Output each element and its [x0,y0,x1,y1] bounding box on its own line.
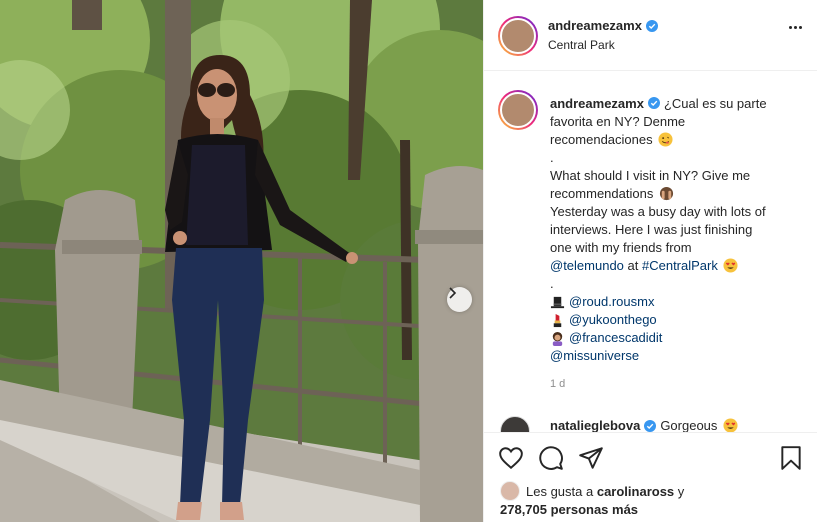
post-caption: andreamezamx ¿Cual es su parte favorita e… [550,95,805,365]
credit-handle[interactable]: @yukoonthego [569,311,657,329]
next-arrow-icon [449,287,457,299]
likes-prefix: Les gusta a [526,484,594,499]
comment-icon[interactable] [538,445,564,471]
caption-line: one with my friends from [550,240,692,255]
credit-handle[interactable]: @francescadidit [569,329,662,347]
post-photo[interactable] [0,0,483,522]
at-word: at [623,258,642,273]
likes-count[interactable]: 278,705 personas más [500,502,638,517]
caption-line: ¿Cual es su parte [663,96,767,111]
verified-icon [645,19,658,32]
instagram-post: andreamezamx Central Park andreamezamx ¿C… [0,0,817,522]
caption-line: interviews. Here I was just finishing [550,222,753,237]
heart-icon[interactable] [498,445,524,471]
heart-eyes-icon [723,418,738,432]
caption-line: recomendaciones [550,132,653,147]
author-username[interactable]: andreamezamx [548,18,642,33]
caption-line: What should I visit in NY? Give me [550,168,751,183]
post-header: andreamezamx Central Park [484,0,817,71]
mention-missuniverse[interactable]: @missuniverse [550,348,639,363]
likes-conj: y [677,484,685,499]
comments-section: andreamezamx ¿Cual es su parte favorita e… [484,72,817,432]
hands-over-face-icon [659,186,674,201]
action-bar: Les gusta a carolinaross y 278,705 perso… [484,432,817,522]
comment-item: natalieglebova Gorgeous [498,414,808,432]
credit-handle[interactable]: @roud.rousmx [569,293,654,311]
photo-illustration [0,0,483,522]
heart-eyes-icon [723,258,739,273]
liker-username[interactable]: carolinaross [597,484,674,499]
next-photo-button[interactable] [447,287,472,312]
lipstick-icon [553,313,562,327]
mention-telemundo[interactable]: @telemundo [550,258,624,273]
caption-author-avatar[interactable] [498,90,538,130]
share-icon[interactable] [578,445,604,471]
commenter-avatar[interactable] [500,416,530,432]
more-options-icon[interactable] [789,26,802,29]
post-location[interactable]: Central Park [548,38,615,52]
commenter-username[interactable]: natalieglebova [550,418,640,432]
caption-line: recommendations [550,186,654,201]
author-line: andreamezamx [548,18,658,33]
verified-icon [644,419,657,432]
yum-face-icon [658,132,673,147]
caption-line: . [550,150,554,165]
comment-text: Gorgeous [660,418,718,432]
caption-line: Yesterday was a busy day with lots of [550,204,766,219]
liker-avatar[interactable] [500,481,520,501]
caption-username[interactable]: andreamezamx [550,96,644,111]
author-avatar[interactable] [498,16,538,56]
caption-line: favorita en NY? Denme [550,114,686,129]
likes-summary: Les gusta a carolinaross y 278,705 perso… [500,481,800,519]
post-side-panel: andreamezamx Central Park andreamezamx ¿C… [483,0,817,522]
post-time: 1 d [550,378,566,390]
verified-icon [647,97,660,109]
hairdresser-icon [552,331,563,346]
hashtag-centralpark[interactable]: #CentralPark [642,258,718,273]
top-hat-icon [550,296,565,308]
caption-dot: . [550,276,554,291]
bookmark-icon[interactable] [778,445,804,471]
